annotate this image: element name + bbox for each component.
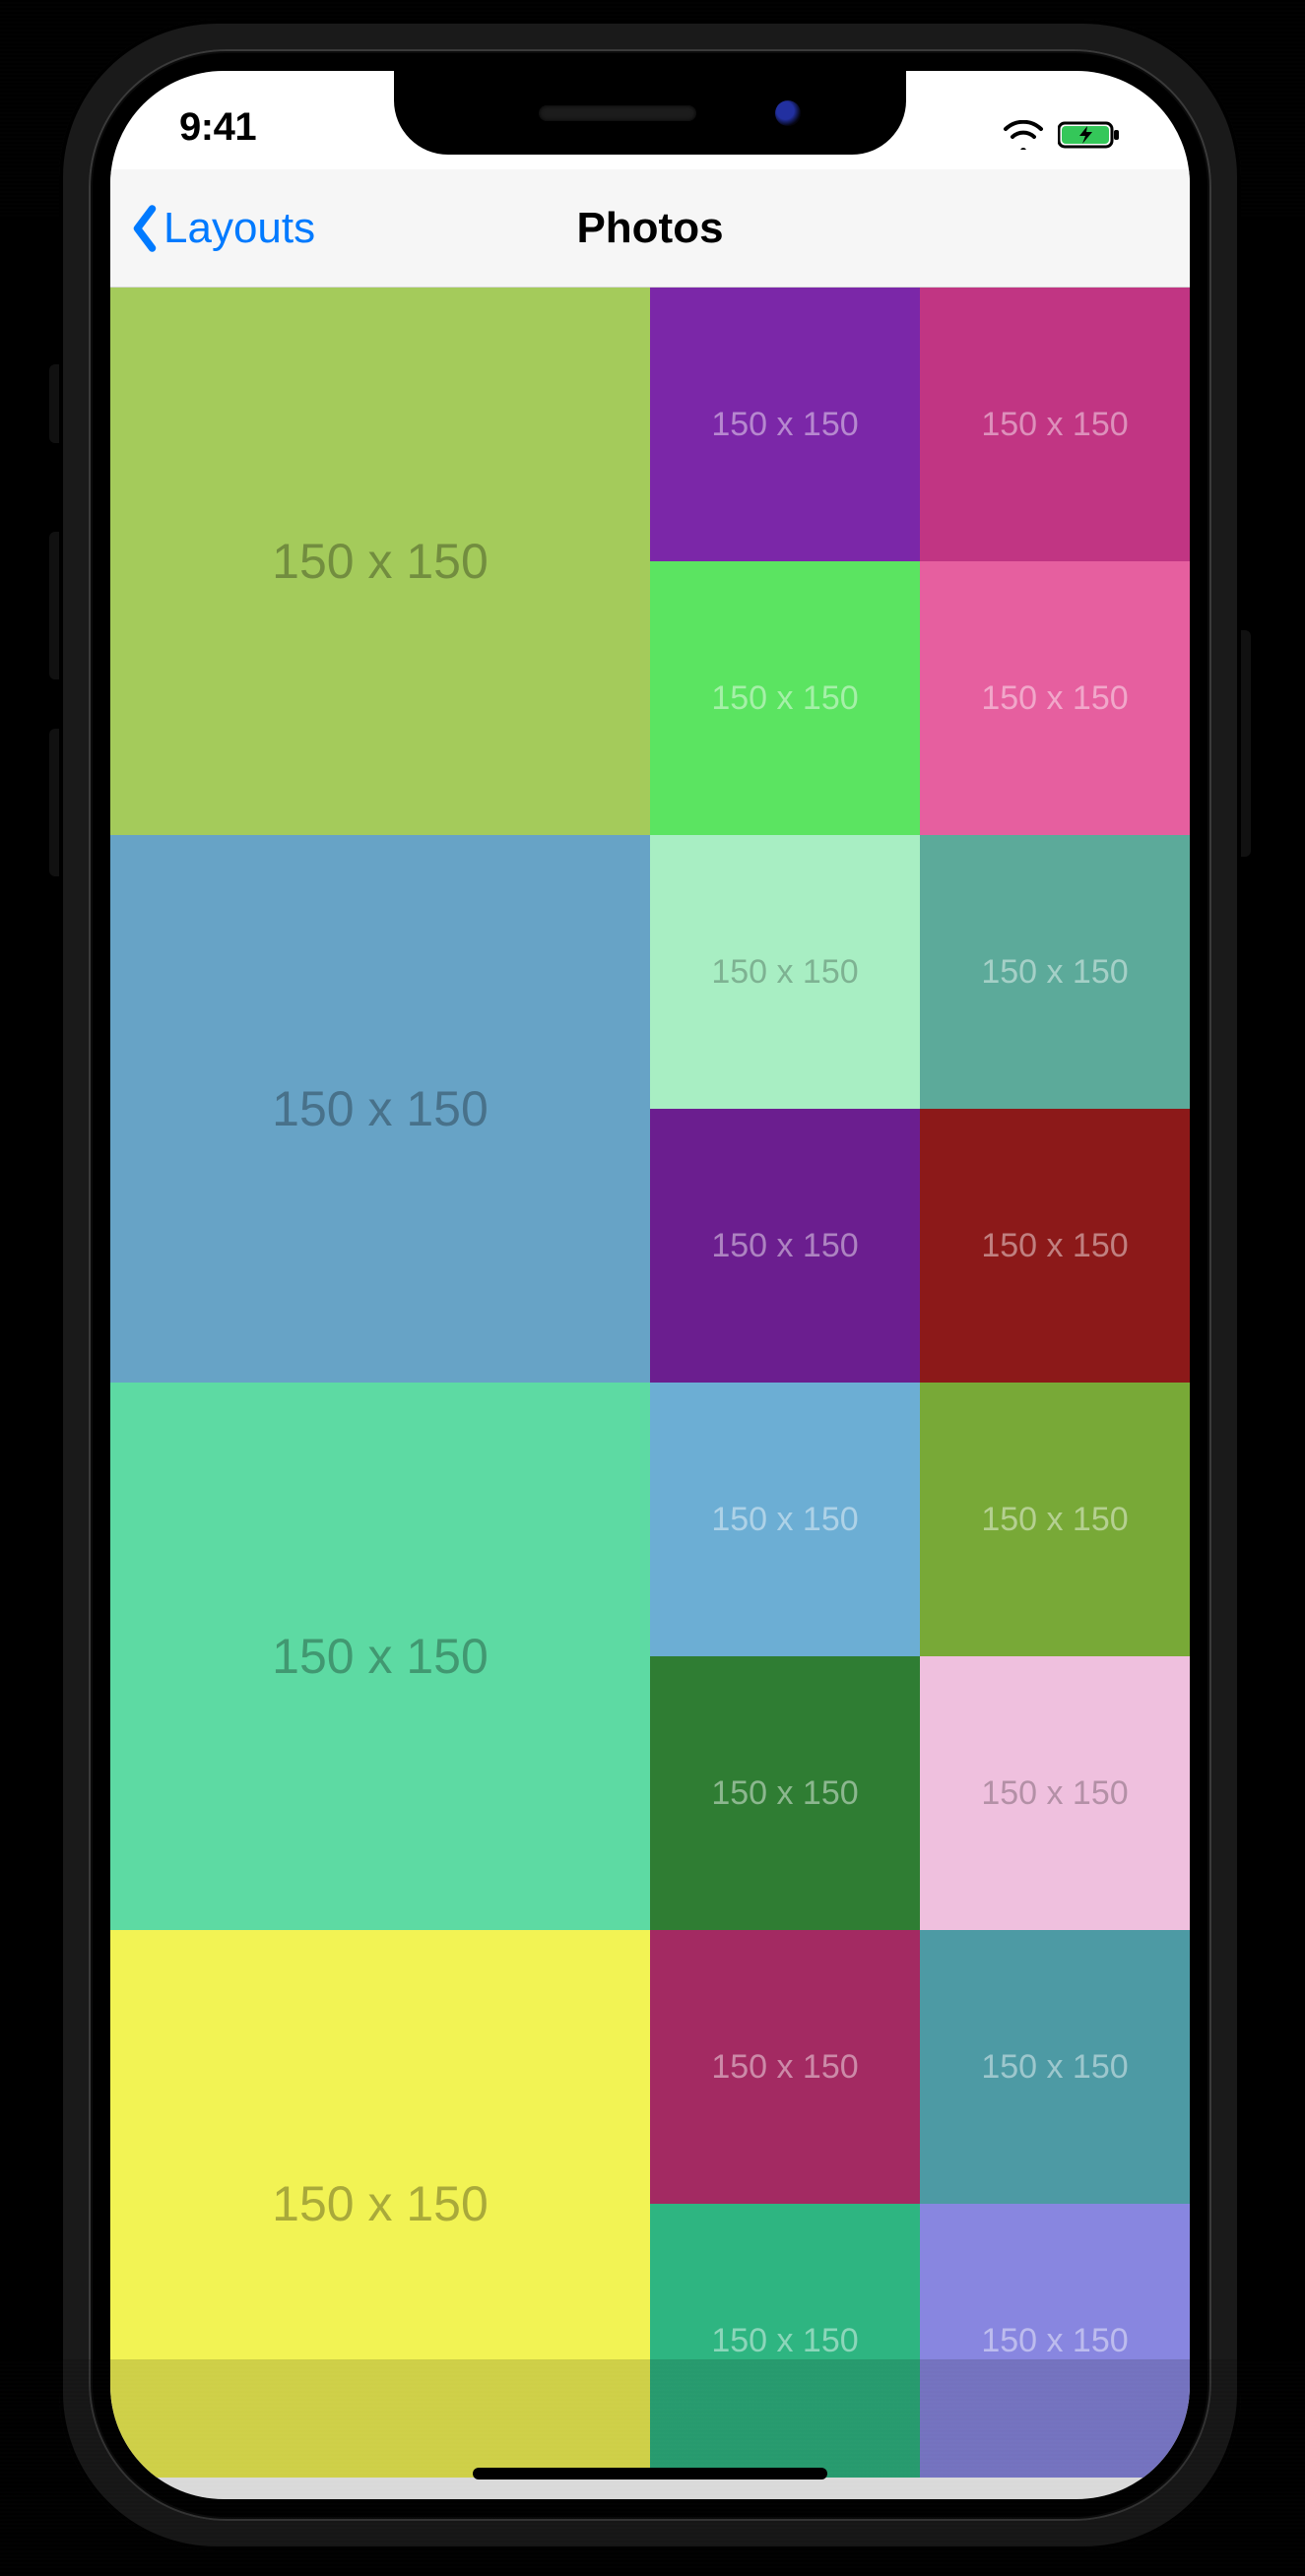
photos-collection[interactable]: 150 x 150150 x 150150 x 150150 x 150150 … (110, 288, 1190, 2499)
page-title: Photos (576, 204, 723, 253)
screen: 9:41 (110, 71, 1190, 2499)
front-camera (775, 100, 801, 126)
photo-cell[interactable]: 150 x 150 (920, 1930, 1190, 2204)
chevron-left-icon (128, 204, 162, 253)
photo-cell[interactable]: 150 x 150 (920, 561, 1190, 835)
volume-up-button[interactable] (49, 532, 59, 679)
photo-cell[interactable]: 150 x 150 (650, 1656, 920, 1930)
silent-switch[interactable] (49, 364, 59, 443)
photo-cell[interactable]: 150 x 150 (110, 835, 650, 1383)
photo-cell[interactable]: 150 x 150 (920, 1656, 1190, 1930)
status-time: 9:41 (179, 105, 256, 150)
photos-grid: 150 x 150150 x 150150 x 150150 x 150150 … (110, 288, 1190, 2478)
back-button[interactable]: Layouts (128, 169, 315, 287)
battery-charging-icon (1058, 120, 1121, 150)
navigation-bar: Layouts Photos (110, 169, 1190, 288)
notch (394, 71, 906, 155)
device-frame: 9:41 (59, 20, 1241, 2550)
photo-cell[interactable]: 150 x 150 (920, 835, 1190, 1109)
photo-cell[interactable]: 150 x 150 (920, 2204, 1190, 2478)
photo-cell[interactable]: 150 x 150 (650, 1930, 920, 2204)
power-button[interactable] (1241, 630, 1251, 857)
speaker-grille (539, 105, 696, 121)
photo-cell[interactable]: 150 x 150 (920, 1383, 1190, 1656)
wifi-icon (1003, 120, 1044, 150)
photo-cell[interactable]: 150 x 150 (650, 561, 920, 835)
photo-cell[interactable]: 150 x 150 (920, 288, 1190, 561)
photo-cell[interactable]: 150 x 150 (650, 1383, 920, 1656)
photo-cell[interactable]: 150 x 150 (110, 288, 650, 835)
photo-cell[interactable]: 150 x 150 (650, 835, 920, 1109)
photo-cell[interactable]: 150 x 150 (650, 1109, 920, 1383)
photo-cell[interactable]: 150 x 150 (110, 1930, 650, 2478)
device-bezel: 9:41 (89, 49, 1211, 2521)
back-button-label: Layouts (163, 204, 315, 253)
photo-cell[interactable]: 150 x 150 (110, 1383, 650, 1930)
photo-cell[interactable]: 150 x 150 (920, 1109, 1190, 1383)
photo-cell[interactable]: 150 x 150 (650, 288, 920, 561)
home-indicator[interactable] (473, 2468, 827, 2479)
photo-cell[interactable]: 150 x 150 (650, 2204, 920, 2478)
status-icons (1003, 120, 1121, 150)
volume-down-button[interactable] (49, 729, 59, 876)
